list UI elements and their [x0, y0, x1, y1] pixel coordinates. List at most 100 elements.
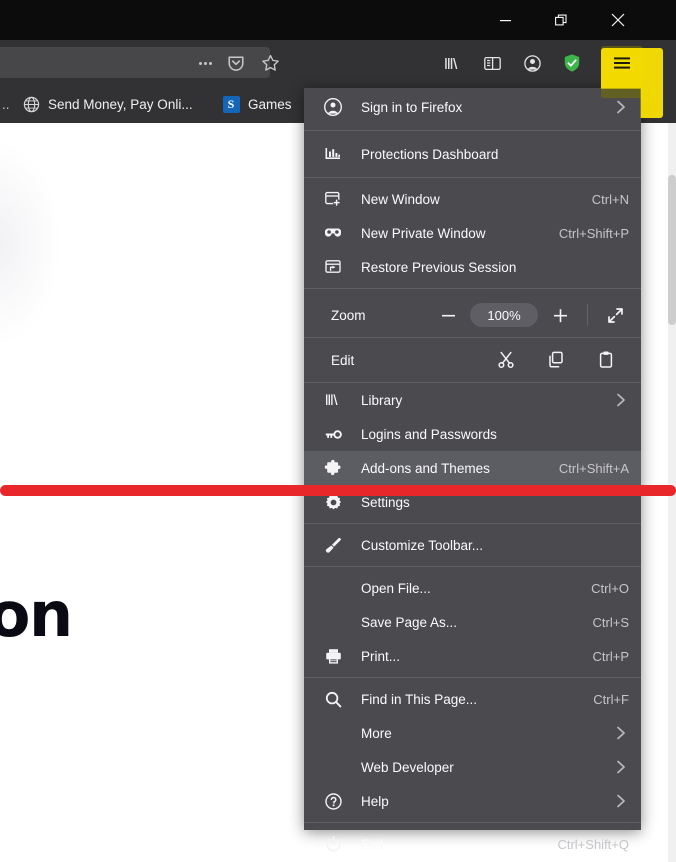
edit-controls-row: Edit — [304, 338, 641, 382]
zoom-in-button[interactable] — [538, 299, 582, 331]
zoom-label: Zoom — [318, 308, 426, 323]
menu-item-label: Help — [348, 794, 607, 809]
zoom-out-button[interactable] — [426, 299, 470, 331]
protections-chart-icon — [318, 145, 348, 163]
menu-item-shortcut: Ctrl+Shift+Q — [545, 837, 629, 852]
zoom-level-reset-button[interactable]: 100% — [470, 303, 538, 327]
menu-item-open-file[interactable]: Open File... Ctrl+O — [304, 571, 641, 605]
copy-icon[interactable] — [531, 344, 581, 376]
menu-item-label: Print... — [348, 649, 581, 664]
menu-item-label: New Private Window — [348, 226, 547, 241]
private-mask-icon — [318, 223, 348, 243]
menu-item-label: Restore Previous Session — [348, 260, 629, 275]
page-title: tion — [0, 578, 72, 651]
menu-item-logins-and-passwords[interactable]: Logins and Passwords — [304, 417, 641, 451]
menu-item-add-ons-and-themes[interactable]: Add-ons and Themes Ctrl+Shift+A — [304, 451, 641, 485]
fullscreen-icon[interactable] — [593, 299, 637, 331]
zoom-controls-row: Zoom 100% — [304, 293, 641, 337]
menu-separator — [304, 288, 641, 289]
menu-item-label: Exit — [348, 837, 545, 852]
menu-item-sign-in[interactable]: Sign in to Firefox — [304, 88, 641, 126]
power-icon — [318, 835, 348, 854]
menu-item-library[interactable]: Library — [304, 383, 641, 417]
bookmark-label: Games — [248, 97, 292, 112]
printer-icon — [318, 647, 348, 666]
menu-item-label: Sign in to Firefox — [348, 100, 607, 115]
menu-item-settings[interactable]: Settings — [304, 485, 641, 519]
new-window-icon — [318, 190, 348, 208]
menu-item-label: New Window — [348, 192, 580, 207]
page-paragraph: nnectionecurity, it — [0, 731, 158, 793]
menu-item-label: Find in This Page... — [348, 692, 581, 707]
page-actions-icon[interactable] — [190, 50, 220, 76]
menu-item-shortcut: Ctrl+N — [580, 192, 629, 207]
menu-item-find-in-page[interactable]: Find in This Page... Ctrl+F — [304, 682, 641, 716]
window-close-button[interactable] — [595, 0, 641, 40]
edit-label: Edit — [318, 353, 481, 368]
menu-item-exit[interactable]: Exit Ctrl+Shift+Q — [304, 827, 641, 861]
letter-s-favicon: S — [222, 95, 240, 113]
menu-item-shortcut: Ctrl+Shift+A — [547, 461, 629, 476]
menu-separator — [304, 130, 641, 131]
account-icon[interactable] — [517, 49, 547, 77]
decorative-blob — [0, 143, 60, 343]
menu-item-shortcut: Ctrl+Shift+P — [547, 226, 629, 241]
menu-item-label: More — [348, 726, 607, 741]
menu-item-web-developer[interactable]: Web Developer — [304, 750, 641, 784]
window-restore-button[interactable] — [538, 0, 584, 40]
menu-item-shortcut: Ctrl+F — [581, 692, 629, 707]
paintbrush-icon — [318, 536, 348, 555]
key-icon — [318, 425, 348, 444]
menu-item-protections-dashboard[interactable]: Protections Dashboard — [304, 135, 641, 173]
paste-clipboard-icon[interactable] — [581, 344, 631, 376]
menu-item-customize-toolbar[interactable]: Customize Toolbar... — [304, 528, 641, 562]
menu-item-new-window[interactable]: New Window Ctrl+N — [304, 182, 641, 216]
menu-separator — [304, 177, 641, 178]
shield-icon[interactable] — [557, 49, 587, 77]
puzzle-piece-icon — [318, 459, 348, 478]
menu-item-shortcut: Ctrl+P — [581, 649, 629, 664]
sidebar-icon[interactable] — [477, 49, 507, 77]
restore-session-icon — [318, 258, 348, 276]
bookmark-item-send-money[interactable]: Send Money, Pay Onli... — [22, 85, 193, 123]
globe-icon — [22, 95, 40, 113]
page-scrollbar-thumb[interactable] — [668, 175, 676, 325]
pocket-icon[interactable] — [221, 50, 251, 76]
menu-item-label: Library — [348, 393, 607, 408]
menu-item-shortcut: Ctrl+S — [581, 615, 629, 630]
menu-item-help[interactable]: Help — [304, 784, 641, 818]
hamburger-menu-icon[interactable] — [605, 46, 639, 80]
menu-separator — [304, 566, 641, 567]
account-circle-icon — [318, 97, 348, 117]
bookmark-star-icon[interactable] — [255, 50, 285, 76]
cut-scissors-icon[interactable] — [481, 344, 531, 376]
library-icon[interactable] — [437, 49, 467, 77]
menu-item-label: Logins and Passwords — [348, 427, 629, 442]
chevron-right-icon — [613, 100, 629, 114]
menu-item-label: Protections Dashboard — [348, 147, 629, 162]
menu-separator — [304, 822, 641, 823]
chevron-right-icon — [613, 393, 629, 407]
bookmark-item-truncated[interactable]: .. — [2, 85, 10, 123]
menu-item-save-page-as[interactable]: Save Page As... Ctrl+S — [304, 605, 641, 639]
window-titlebar — [0, 0, 676, 40]
gear-icon — [318, 493, 348, 512]
menu-item-label: Open File... — [348, 581, 579, 596]
menu-item-label: Customize Toolbar... — [348, 538, 629, 553]
bookmark-label: Send Money, Pay Onli... — [48, 97, 193, 112]
application-menu-panel: Sign in to Firefox Protections Dashboard — [304, 88, 641, 830]
library-books-icon — [318, 391, 348, 409]
search-icon — [318, 690, 348, 709]
menu-item-print[interactable]: Print... Ctrl+P — [304, 639, 641, 673]
menu-item-label: Add-ons and Themes — [348, 461, 547, 476]
zoom-divider — [587, 304, 588, 326]
menu-item-label: Settings — [348, 495, 629, 510]
chevron-right-icon — [613, 726, 629, 740]
menu-item-more[interactable]: More — [304, 716, 641, 750]
menu-item-restore-session[interactable]: Restore Previous Session — [304, 250, 641, 284]
menu-item-label: Save Page As... — [348, 615, 581, 630]
bookmark-item-games[interactable]: S Games — [222, 85, 292, 123]
menu-item-new-private-window[interactable]: New Private Window Ctrl+Shift+P — [304, 216, 641, 250]
window-minimize-button[interactable] — [482, 0, 528, 40]
menu-separator — [304, 677, 641, 678]
